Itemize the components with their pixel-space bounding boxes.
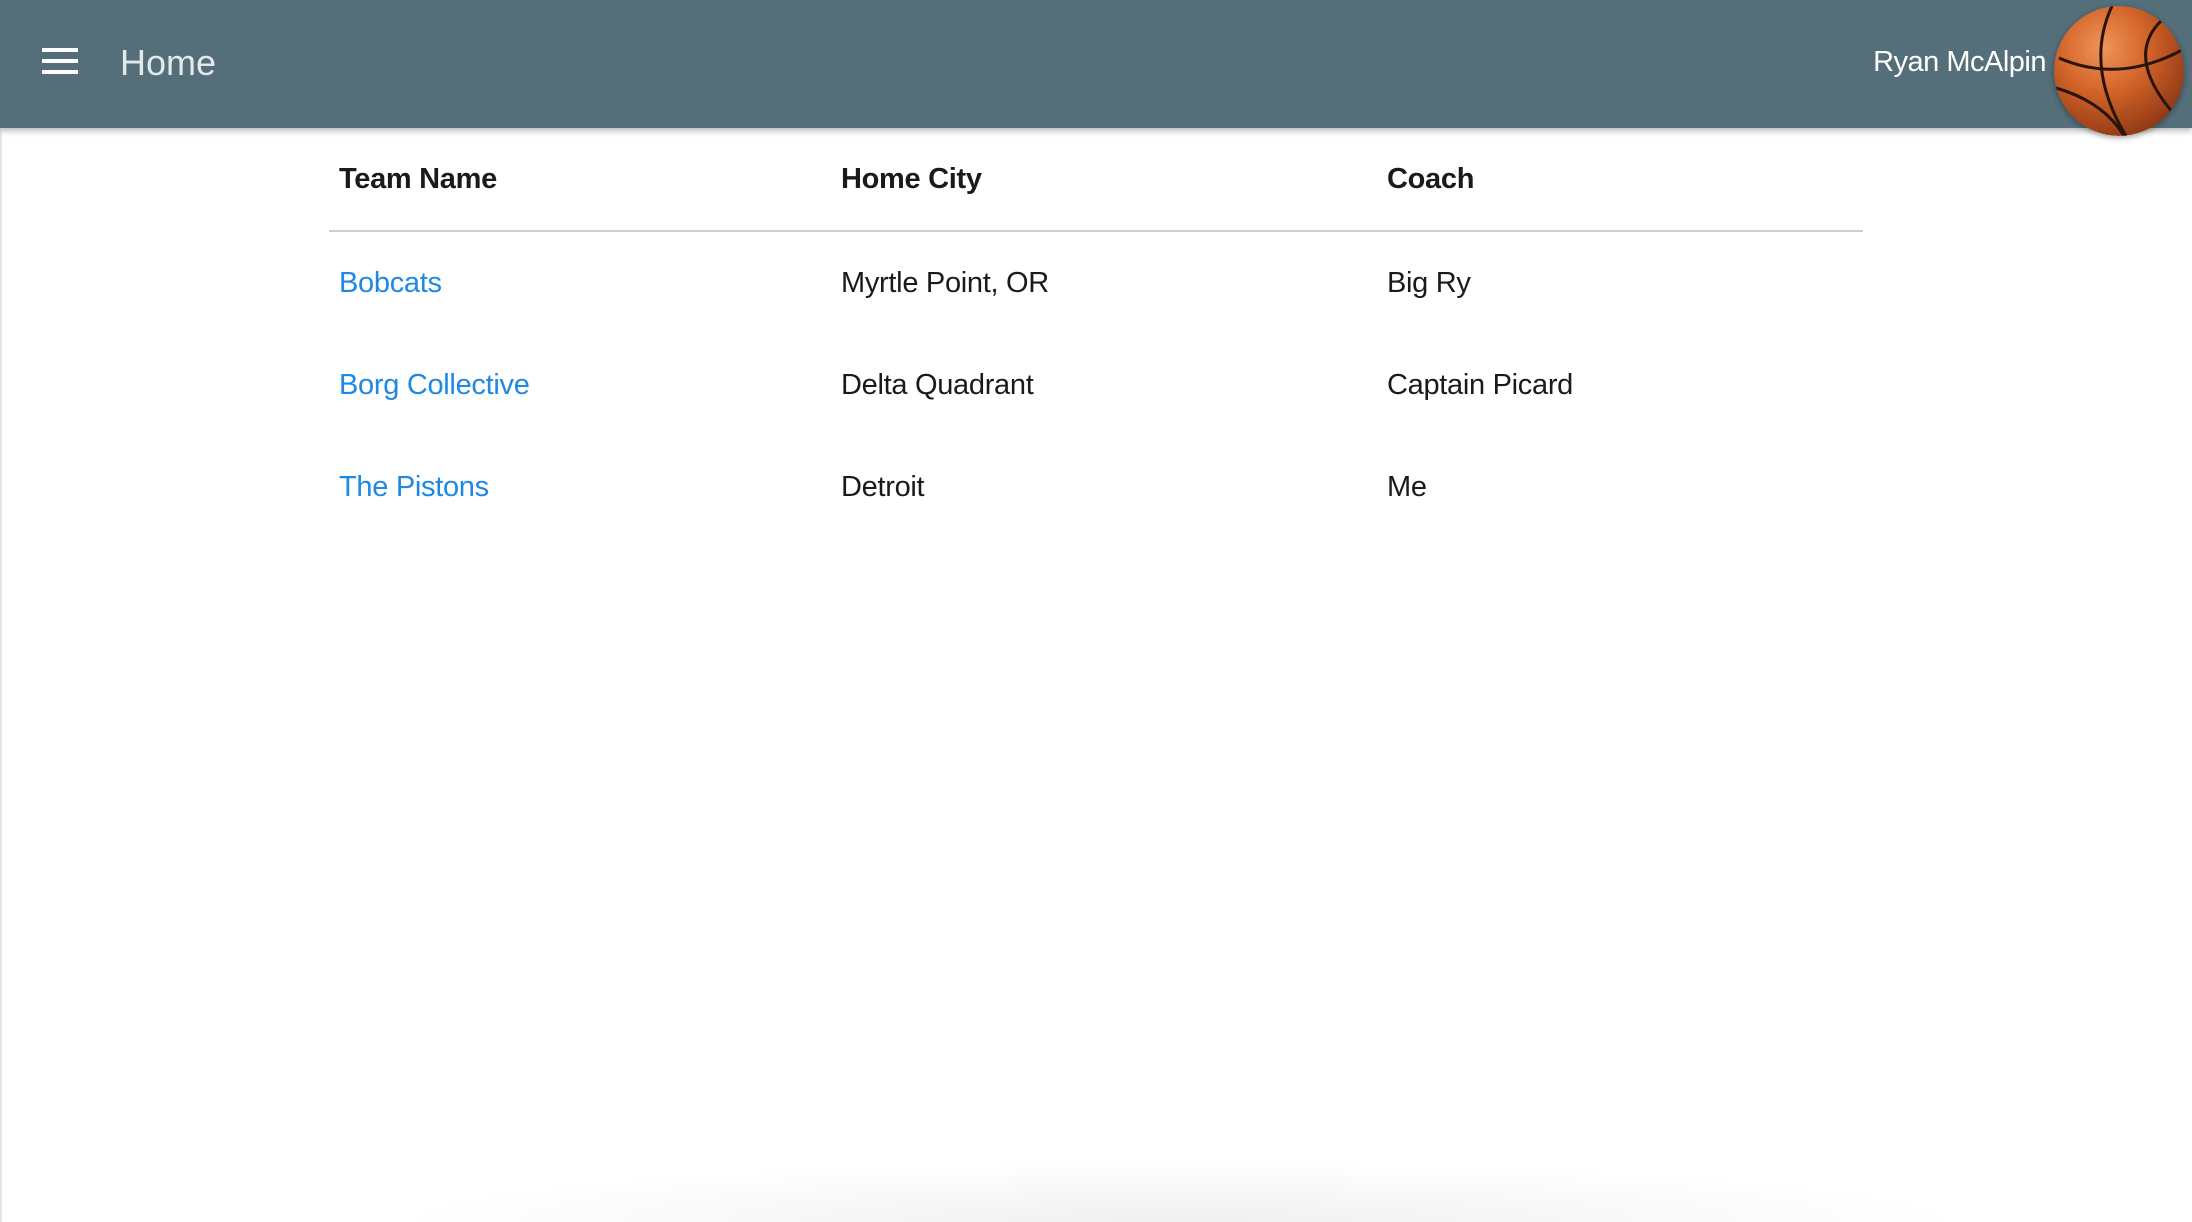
app-bar: Home Ryan McAlpin xyxy=(0,0,2192,136)
teams-table: Team Name Home City Coach Bobcats Myrtle… xyxy=(329,128,1863,538)
user-name[interactable]: Ryan McAlpin xyxy=(1873,42,2046,82)
menu-bar-line xyxy=(42,48,78,52)
table-row: Bobcats Myrtle Point, OR Big Ry xyxy=(329,231,1863,334)
coach-cell: Big Ry xyxy=(1387,266,1471,299)
hamburger-menu-icon[interactable] xyxy=(38,46,84,80)
coach-cell: Captain Picard xyxy=(1387,368,1574,401)
coach-cell: Me xyxy=(1387,470,1427,503)
bottom-shadow xyxy=(380,1160,1980,1222)
menu-bar-line xyxy=(42,70,78,74)
home-city-cell: Delta Quadrant xyxy=(841,368,1034,401)
basketball-icon[interactable] xyxy=(2054,6,2184,136)
table-row: Borg Collective Delta Quadrant Captain P… xyxy=(329,334,1863,436)
divider xyxy=(0,128,2,1222)
column-header-coach[interactable]: Coach xyxy=(1377,128,1863,232)
table-row: The Pistons Detroit Me xyxy=(329,436,1863,538)
home-city-cell: Detroit xyxy=(841,470,925,503)
team-name-link[interactable]: Bobcats xyxy=(329,231,831,334)
column-header-team-name[interactable]: Team Name xyxy=(329,128,831,232)
team-name-link[interactable]: Borg Collective xyxy=(329,334,831,436)
table-header-row: Team Name Home City Coach xyxy=(329,128,1863,232)
column-header-home-city[interactable]: Home City xyxy=(831,128,1377,232)
page-title: Home xyxy=(120,42,217,83)
menu-bar-line xyxy=(42,59,78,63)
home-city-cell: Myrtle Point, OR xyxy=(841,266,1049,299)
team-name-link[interactable]: The Pistons xyxy=(329,436,831,538)
